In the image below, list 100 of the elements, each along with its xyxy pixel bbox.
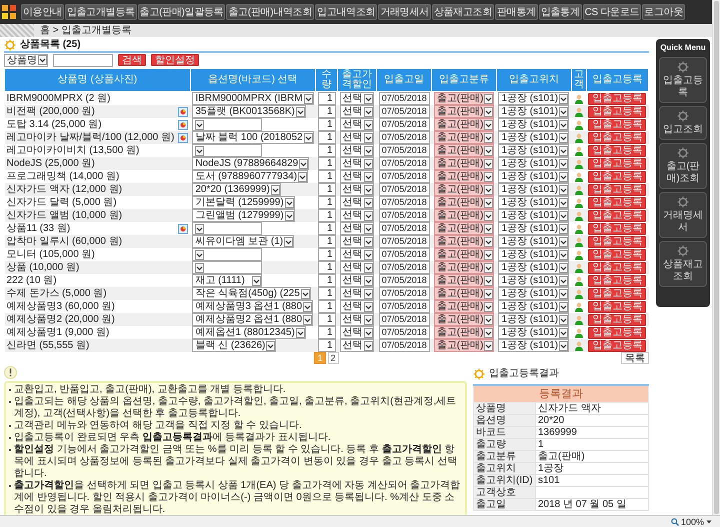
- person-icon[interactable]: [574, 146, 584, 156]
- quantity-field[interactable]: 1: [318, 287, 336, 300]
- quantity-field[interactable]: 1: [318, 157, 336, 170]
- location-select[interactable]: 1공장 (s101): [498, 274, 570, 287]
- location-select[interactable]: 1공장 (s101): [498, 313, 570, 326]
- option-select[interactable]: 블랙 신 (23626): [192, 339, 276, 352]
- category-select[interactable]: 출고(판매): [434, 326, 494, 339]
- option-select[interactable]: 작은 식육점(450g) (225: [192, 287, 311, 300]
- discount-button[interactable]: 할인설정: [151, 54, 199, 66]
- option-select[interactable]: 날짜 블럭 100 (2018052: [192, 131, 314, 144]
- nav-button[interactable]: 입출고개별등록: [64, 4, 137, 20]
- nav-button[interactable]: 로그아웃: [642, 4, 685, 20]
- page-button[interactable]: 2: [328, 352, 339, 364]
- register-button[interactable]: 입출고등록: [588, 288, 646, 300]
- register-button[interactable]: 입출고등록: [588, 118, 646, 130]
- register-button[interactable]: 입출고등록: [588, 326, 646, 338]
- person-icon[interactable]: [574, 236, 584, 246]
- discount-select[interactable]: 선택: [340, 105, 374, 118]
- list-button[interactable]: 목록: [621, 352, 649, 364]
- person-icon[interactable]: [574, 262, 584, 272]
- location-select[interactable]: 1공장 (s101): [498, 326, 570, 339]
- nav-button[interactable]: 이용안내: [21, 4, 64, 20]
- scrollbar[interactable]: [712, 0, 720, 515]
- quantity-field[interactable]: 1: [318, 261, 336, 274]
- option-select[interactable]: 35플랫 (BK0013568K): [192, 105, 306, 118]
- discount-select[interactable]: 선택: [340, 222, 374, 235]
- location-select[interactable]: 1공장 (s101): [498, 118, 570, 131]
- option-select[interactable]: 예제옵션1 (88012345): [192, 326, 306, 339]
- option-select[interactable]: 20*20 (1369999): [192, 183, 281, 196]
- quick-menu-item[interactable]: 출고(판매)조회: [659, 143, 707, 189]
- person-icon[interactable]: [574, 276, 584, 286]
- discount-select[interactable]: 선택: [340, 183, 374, 196]
- person-icon[interactable]: [574, 288, 584, 298]
- option-select[interactable]: 재고 (1111): [192, 274, 262, 287]
- nav-button[interactable]: 입출통계: [538, 4, 582, 20]
- person-icon[interactable]: [574, 106, 584, 116]
- option-select[interactable]: IBRM9000MPRX (IBRM: [192, 92, 314, 105]
- nav-button[interactable]: 출고(판매)내역조회: [226, 4, 314, 20]
- location-select[interactable]: 1공장 (s101): [498, 92, 570, 105]
- location-select[interactable]: 1공장 (s101): [498, 157, 570, 170]
- person-icon[interactable]: [574, 224, 584, 234]
- date-field[interactable]: 07/05/2018: [378, 274, 430, 287]
- register-button[interactable]: 입출고등록: [588, 314, 646, 326]
- person-icon[interactable]: [574, 120, 584, 130]
- nav-button[interactable]: 거래명세서: [378, 4, 431, 20]
- category-select[interactable]: 출고(판매): [434, 235, 494, 248]
- location-select[interactable]: 1공장 (s101): [498, 209, 570, 222]
- location-select[interactable]: 1공장 (s101): [498, 131, 570, 144]
- discount-select[interactable]: 선택: [340, 274, 374, 287]
- person-icon[interactable]: [574, 302, 584, 312]
- location-select[interactable]: 1공장 (s101): [498, 222, 570, 235]
- date-field[interactable]: 07/05/2018: [378, 92, 430, 105]
- location-select[interactable]: 1공장 (s101): [498, 248, 570, 261]
- quantity-field[interactable]: 1: [318, 92, 336, 105]
- discount-select[interactable]: 선택: [340, 196, 374, 209]
- option-select[interactable]: 도서 (9788960777934): [192, 170, 308, 183]
- option-select[interactable]: 예제상품명3 옵션1 (880: [192, 300, 314, 313]
- discount-select[interactable]: 선택: [340, 287, 374, 300]
- location-select[interactable]: 1공장 (s101): [498, 144, 570, 157]
- option-select[interactable]: [192, 222, 262, 235]
- person-icon[interactable]: [574, 314, 584, 324]
- date-field[interactable]: 07/05/2018: [378, 183, 430, 196]
- person-icon[interactable]: [574, 184, 584, 194]
- discount-select[interactable]: 선택: [340, 261, 374, 274]
- register-button[interactable]: 입출고등록: [588, 300, 646, 312]
- person-icon[interactable]: [574, 328, 584, 338]
- quick-menu-item[interactable]: 상품재고조회: [659, 241, 707, 287]
- discount-select[interactable]: 선택: [340, 157, 374, 170]
- location-select[interactable]: 1공장 (s101): [498, 183, 570, 196]
- quantity-field[interactable]: 1: [318, 222, 336, 235]
- quick-menu-item[interactable]: 거래명세서: [659, 192, 707, 238]
- date-field[interactable]: 07/05/2018: [378, 144, 430, 157]
- nav-button[interactable]: 판매통계: [494, 4, 538, 20]
- discount-select[interactable]: 선택: [340, 209, 374, 222]
- category-select[interactable]: 출고(판매): [434, 196, 494, 209]
- discount-select[interactable]: 선택: [340, 326, 374, 339]
- quantity-field[interactable]: 1: [318, 300, 336, 313]
- option-select[interactable]: 기본달력 (1259999): [192, 196, 295, 209]
- date-field[interactable]: 07/05/2018: [378, 118, 430, 131]
- discount-select[interactable]: 선택: [340, 248, 374, 261]
- nav-button[interactable]: CS 다운로드: [582, 4, 642, 20]
- nav-button[interactable]: 입고내역조회: [315, 4, 378, 20]
- category-select[interactable]: 출고(판매): [434, 131, 494, 144]
- nav-button[interactable]: 상품재고조회: [432, 4, 494, 20]
- date-field[interactable]: 07/05/2018: [378, 235, 430, 248]
- quantity-field[interactable]: 1: [318, 105, 336, 118]
- date-field[interactable]: 07/05/2018: [378, 248, 430, 261]
- category-select[interactable]: 출고(판매): [434, 92, 494, 105]
- date-field[interactable]: 07/05/2018: [378, 339, 430, 352]
- date-field[interactable]: 07/05/2018: [378, 300, 430, 313]
- search-type-select[interactable]: 상품명: [4, 54, 48, 66]
- category-select[interactable]: 출고(판매): [434, 261, 494, 274]
- location-select[interactable]: 1공장 (s101): [498, 196, 570, 209]
- quantity-field[interactable]: 1: [318, 313, 336, 326]
- person-icon[interactable]: [574, 210, 584, 220]
- discount-select[interactable]: 선택: [340, 313, 374, 326]
- option-select[interactable]: 씨유이다엠 보관 (1): [192, 235, 294, 248]
- date-field[interactable]: 07/05/2018: [378, 170, 430, 183]
- register-button[interactable]: 입출고등록: [588, 144, 646, 156]
- location-select[interactable]: 1공장 (s101): [498, 170, 570, 183]
